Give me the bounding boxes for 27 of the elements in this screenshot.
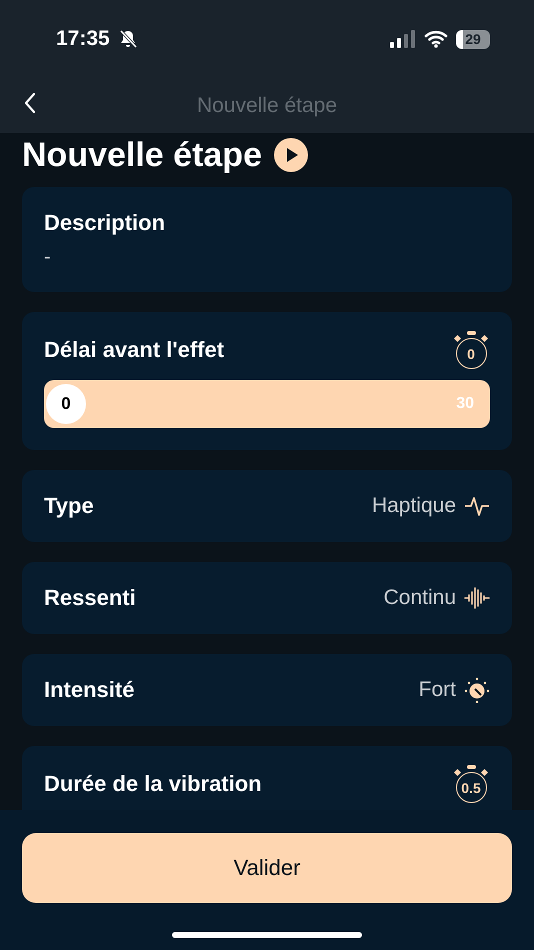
field-label: Description bbox=[44, 210, 166, 236]
field-label: Délai avant l'effet bbox=[44, 337, 224, 363]
waveform-icon bbox=[464, 585, 490, 611]
wifi-icon bbox=[424, 30, 448, 48]
nav-title: Nouvelle étape bbox=[196, 94, 338, 118]
play-button[interactable] bbox=[274, 138, 308, 172]
setting-value: Haptique bbox=[372, 494, 456, 518]
setting-value: Fort bbox=[418, 678, 456, 702]
validate-button[interactable]: Valider bbox=[22, 833, 512, 903]
setting-value: Continu bbox=[384, 586, 456, 610]
signal-icon bbox=[390, 30, 416, 48]
setting-label: Ressenti bbox=[44, 585, 136, 611]
slider-track[interactable]: 0 30 bbox=[44, 380, 490, 428]
status-time: 17:35 bbox=[56, 27, 110, 51]
back-button[interactable] bbox=[24, 92, 36, 114]
setting-label: Type bbox=[44, 493, 94, 519]
dial-icon bbox=[464, 677, 490, 703]
setting-row[interactable]: Type Haptique bbox=[22, 470, 512, 542]
battery-icon: 29 bbox=[456, 30, 490, 48]
page-heading: Nouvelle étape bbox=[22, 137, 262, 173]
slider-thumb[interactable]: 0 bbox=[46, 384, 86, 424]
setting-label: Intensité bbox=[44, 677, 134, 703]
slider-max: 30 bbox=[456, 395, 474, 413]
field-value: - bbox=[44, 246, 52, 269]
setting-row[interactable]: Ressenti Continu bbox=[22, 562, 512, 634]
setting-row[interactable]: Intensité Fort bbox=[22, 654, 512, 726]
field-label: Durée de la vibration bbox=[44, 771, 262, 797]
